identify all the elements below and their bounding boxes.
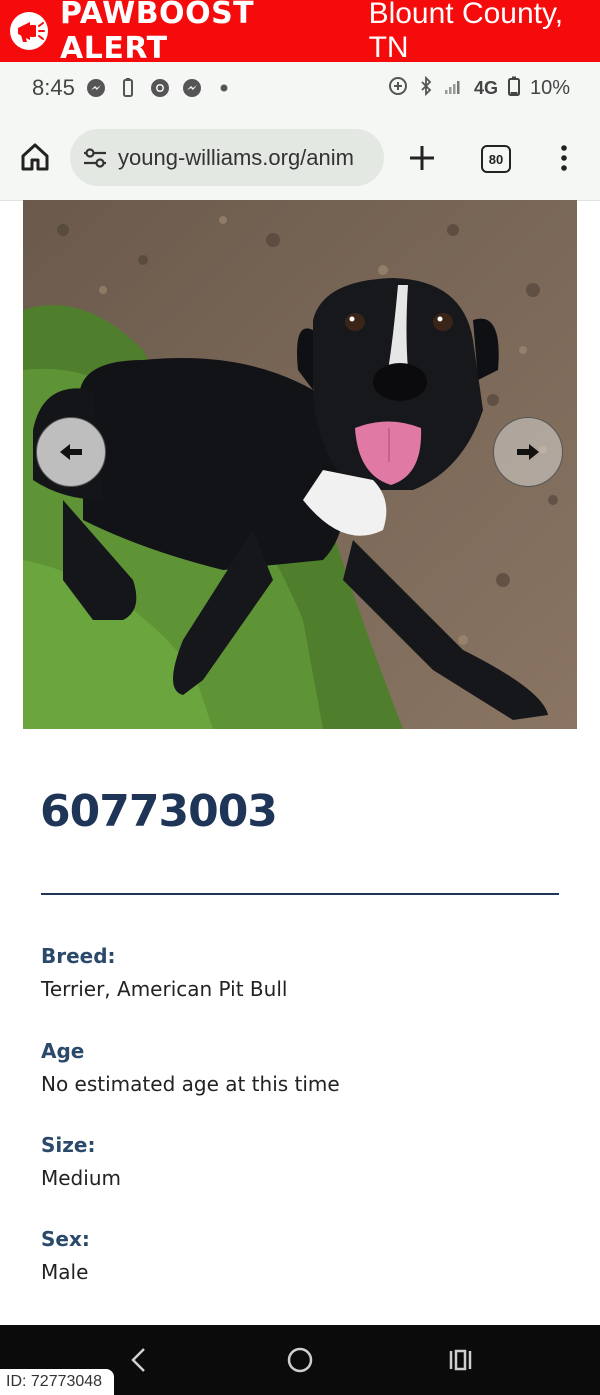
home-circle-icon: [287, 1347, 313, 1373]
browser-toolbar: young-williams.org/anim 80: [0, 114, 600, 201]
breed-value: Terrier, American Pit Bull: [41, 977, 288, 1001]
battery-saver-icon: [117, 77, 139, 99]
age-label: Age: [41, 1039, 85, 1063]
overflow-menu-button[interactable]: [553, 142, 575, 174]
clock: 8:45: [32, 75, 75, 100]
new-tab-button[interactable]: [406, 142, 438, 174]
home-icon: [21, 143, 49, 171]
site-settings-icon[interactable]: [82, 145, 108, 171]
home-button[interactable]: [18, 140, 52, 174]
more-vert-icon: [561, 145, 567, 171]
next-photo-button[interactable]: [493, 417, 563, 487]
url-text[interactable]: young-williams.org/anim: [118, 145, 376, 171]
battery-icon: [507, 76, 520, 100]
signal-icon: [444, 77, 464, 99]
plus-icon: [410, 146, 434, 170]
alert-banner: PAWBOOST ALERT Blount County, TN: [0, 0, 600, 66]
brand-title: PAWBOOST ALERT: [60, 0, 255, 66]
megaphone-logo-icon: [8, 10, 50, 52]
breed-label: Breed:: [41, 944, 116, 968]
notification-dot-icon: [213, 77, 235, 99]
pet-id-heading: 60773003: [40, 786, 278, 837]
data-saver-icon: [388, 76, 408, 100]
home-nav-button[interactable]: [283, 1343, 317, 1377]
tab-switcher-button[interactable]: 80: [481, 145, 511, 173]
size-label: Size:: [41, 1133, 96, 1157]
bluetooth-icon: [418, 75, 434, 100]
age-value: No estimated age at this time: [41, 1072, 340, 1096]
alert-location: Blount County, TN: [368, 0, 564, 64]
arrow-right-icon: [517, 444, 539, 460]
sex-label: Sex:: [41, 1227, 90, 1251]
network-type: 4G: [473, 77, 498, 98]
back-icon: [131, 1348, 145, 1372]
battery-level: 10%: [529, 76, 570, 99]
listing-id-watermark: ID: 72773048: [0, 1369, 114, 1395]
chrome-icon: [149, 77, 171, 99]
previous-photo-button[interactable]: [36, 417, 106, 487]
arrow-left-icon: [60, 444, 82, 460]
status-bar: 8:45 4G 10%: [0, 62, 600, 114]
size-value: Medium: [41, 1166, 121, 1190]
status-right: 4G 10%: [388, 75, 570, 100]
address-bar[interactable]: young-williams.org/anim: [70, 129, 384, 186]
sex-value: Male: [41, 1260, 89, 1284]
divider: [41, 893, 559, 895]
back-button[interactable]: [122, 1343, 156, 1377]
messenger-icon: [181, 77, 203, 99]
recents-button[interactable]: [444, 1343, 478, 1377]
pet-photo: [23, 200, 577, 729]
recents-icon: [449, 1349, 472, 1371]
messenger-icon: [85, 77, 107, 99]
